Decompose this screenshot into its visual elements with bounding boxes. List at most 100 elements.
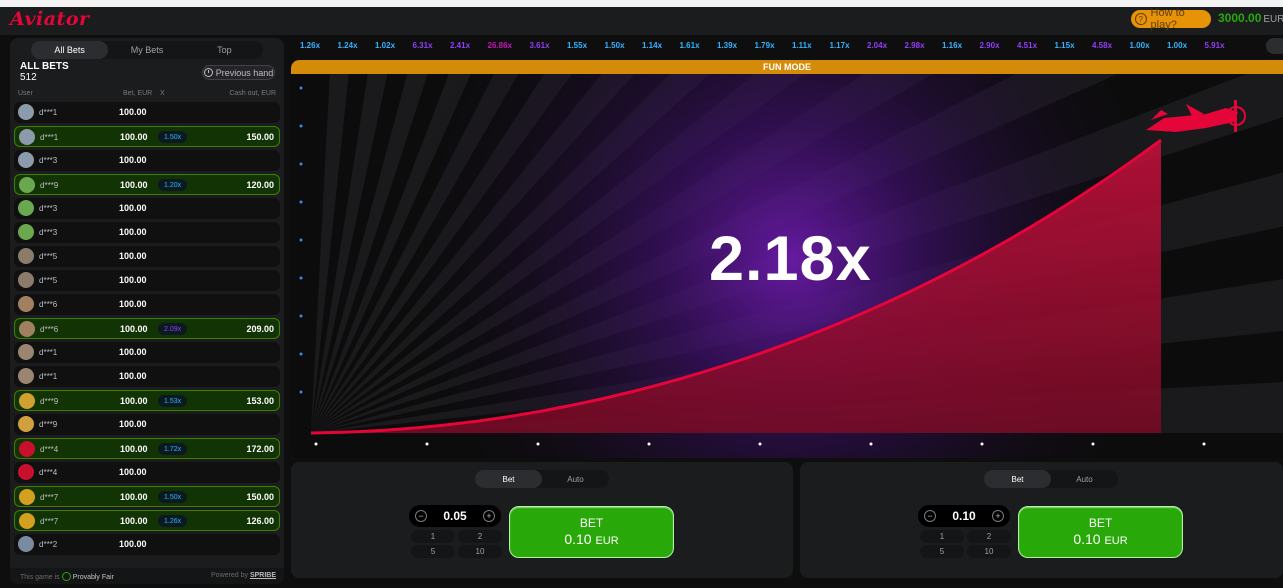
balance: 3000.00 EUR <box>1218 11 1283 25</box>
current-multiplier: 2.18x <box>709 224 872 294</box>
history-coef[interactable]: 26.86x <box>488 41 512 50</box>
history-coef[interactable]: 1.17x <box>830 41 850 50</box>
y-axis-dot <box>299 276 303 280</box>
history-coef[interactable]: 4.58x <box>1092 41 1112 50</box>
avatar <box>19 441 35 457</box>
bet-button-2[interactable]: BET 0.10 EUR <box>1018 506 1183 558</box>
history-coef[interactable]: 1.02x <box>375 41 395 50</box>
tab-auto-2[interactable]: Auto <box>1051 470 1118 488</box>
y-axis-dot <box>299 86 303 90</box>
table-row: d***9 100.00 1.53x 153.00 <box>14 390 280 411</box>
table-row: d***3 100.00 <box>14 150 280 171</box>
history-coef[interactable]: 1.24x <box>338 41 358 50</box>
spribe-logo[interactable]: SPRIBE <box>250 572 276 579</box>
x-axis-dot <box>536 442 540 446</box>
username: d***1 <box>39 348 58 357</box>
plus-icon[interactable]: + <box>483 510 495 522</box>
previous-hand-button[interactable]: Previous hand <box>202 65 275 80</box>
plus-icon[interactable]: + <box>992 510 1004 522</box>
previous-hand-label: Previous hand <box>215 67 274 78</box>
bet-amount: 100.00 <box>119 539 147 549</box>
tab-my-bets[interactable]: My Bets <box>108 41 185 59</box>
quick-bet-1[interactable]: 1 <box>920 530 964 543</box>
avatar <box>18 368 34 384</box>
bet-amount: 100.00 <box>119 371 147 381</box>
history-coef[interactable]: 2.90x <box>980 41 1000 50</box>
bet-button-label: BET <box>579 516 604 530</box>
table-row: d***6 100.00 <box>14 294 280 315</box>
bet-amount: 100.00 <box>119 419 147 429</box>
history-coef[interactable]: 2.04x <box>867 41 887 50</box>
quick-bet-5[interactable]: 5 <box>920 545 964 558</box>
tab-bet-1[interactable]: Bet <box>475 470 542 488</box>
avatar <box>18 104 34 120</box>
history-coef[interactable]: 1.50x <box>605 41 625 50</box>
tab-auto-1[interactable]: Auto <box>542 470 609 488</box>
column-user: User <box>18 90 33 97</box>
provably-fair-link[interactable]: Provably Fair <box>73 574 114 581</box>
history-coef[interactable]: 3.61x <box>530 41 550 50</box>
history-coef[interactable]: 1.61x <box>680 41 700 50</box>
history-coef[interactable]: 1.11x <box>792 41 812 50</box>
x-axis-dot <box>1091 442 1095 446</box>
bet-button-currency: EUR <box>595 535 619 547</box>
fun-mode-banner: FUN MODE <box>291 60 1283 74</box>
cashout-amount: 150.00 <box>246 132 274 142</box>
coef-badge: 1.20x <box>158 179 188 191</box>
how-to-play-button[interactable]: ? How to play? <box>1131 7 1211 31</box>
bet-amount: 100.00 <box>119 275 147 285</box>
quick-bet-1[interactable]: 1 <box>411 530 455 543</box>
table-row: d***3 100.00 <box>14 222 280 243</box>
bet-button-1[interactable]: BET 0.10 EUR <box>509 506 674 558</box>
tab-bet-2[interactable]: Bet <box>984 470 1051 488</box>
avatar <box>19 177 35 193</box>
history-coef[interactable]: 1.00x <box>1167 41 1187 50</box>
y-axis-dot <box>299 162 303 166</box>
username: d***3 <box>39 204 58 213</box>
table-row: d***4 100.00 <box>14 462 280 483</box>
balance-currency: EUR <box>1263 14 1283 25</box>
cashout-amount: 172.00 <box>246 444 274 454</box>
history-coef[interactable]: 2.98x <box>905 41 925 50</box>
cashout-amount: 209.00 <box>246 324 274 334</box>
provably-fair[interactable]: This game is Provably Fair <box>20 572 114 581</box>
history-toggle-button[interactable] <box>1266 38 1283 54</box>
tab-top[interactable]: Top <box>186 41 263 59</box>
quick-bet-10[interactable]: 10 <box>458 545 502 558</box>
history-coef[interactable]: 1.55x <box>567 41 587 50</box>
history-coef[interactable]: 6.31x <box>413 41 433 50</box>
username: d***7 <box>40 517 59 526</box>
bet-amount: 100.00 <box>120 324 148 334</box>
avatar <box>18 344 34 360</box>
quick-bet-2[interactable]: 2 <box>967 530 1011 543</box>
history-coef[interactable]: 4.51x <box>1017 41 1037 50</box>
history-coef[interactable]: 1.26x <box>300 41 320 50</box>
history-coef[interactable]: 2.41x <box>450 41 470 50</box>
column-bet: Bet, EUR <box>123 90 153 97</box>
bet-amount: 100.00 <box>119 467 147 477</box>
fair-prefix: This game is <box>20 574 60 581</box>
quick-bet-10[interactable]: 10 <box>967 545 1011 558</box>
history-coef[interactable]: 1.79x <box>755 41 775 50</box>
history-coef[interactable]: 1.15x <box>1055 41 1075 50</box>
tab-all-bets[interactable]: All Bets <box>31 41 109 59</box>
how-to-play-label: How to play? <box>1150 7 1185 31</box>
history-coef[interactable]: 1.39x <box>717 41 737 50</box>
username: d***9 <box>39 420 58 429</box>
history-coef[interactable]: 1.00x <box>1130 41 1150 50</box>
avatar <box>19 489 35 505</box>
bet-panel-1: Bet Auto − 0.05 + 1 2 5 10 BET 0.10 EUR <box>291 462 793 578</box>
powered-by-label: Powered by <box>211 572 248 579</box>
history-coef[interactable]: 1.14x <box>642 41 662 50</box>
username: d***3 <box>39 156 58 165</box>
history-coef[interactable]: 5.91x <box>1205 41 1225 50</box>
username: d***5 <box>39 252 58 261</box>
quick-bet-5[interactable]: 5 <box>411 545 455 558</box>
bet-button-currency: EUR <box>1104 535 1128 547</box>
quick-bet-2[interactable]: 2 <box>458 530 502 543</box>
bet-amount: 100.00 <box>120 516 148 526</box>
coef-badge: 1.72x <box>158 443 188 455</box>
avatar <box>19 513 35 529</box>
history-coef[interactable]: 1.16x <box>942 41 962 50</box>
avatar <box>19 393 35 409</box>
